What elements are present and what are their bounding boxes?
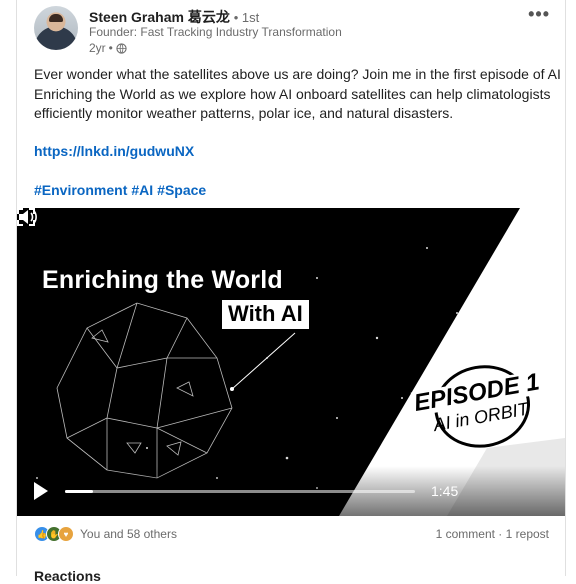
video-title: Enriching the World (42, 266, 283, 294)
author-name[interactable]: Steen Graham 葛云龙 (89, 9, 230, 25)
comment-repost-counts: 1 comment · 1 repost (435, 527, 549, 541)
fullscreen-icon[interactable] (17, 208, 35, 226)
connection-degree: • 1st (233, 10, 260, 25)
reposts-count[interactable]: 1 repost (506, 527, 549, 541)
post-time: 2yr (89, 41, 106, 55)
video-duration: 1:45 (431, 483, 459, 499)
more-options-icon[interactable]: ••• (528, 4, 550, 25)
reactions-count: You and 58 others (80, 527, 177, 541)
play-icon[interactable] (34, 482, 48, 500)
reactions-heading: Reactions (34, 568, 101, 584)
author-name-row: Steen Graham 葛云龙 • 1st (89, 7, 259, 27)
comments-count[interactable]: 1 comment (436, 527, 495, 541)
hashtag-environment[interactable]: #Environment (34, 182, 127, 198)
post-meta: 2yr • (89, 41, 127, 55)
post-text: Ever wonder what the satellites above us… (34, 66, 561, 121)
progress-track[interactable] (65, 490, 415, 493)
video-player[interactable]: Enriching the World With AI EPISODE 1 AI… (17, 208, 565, 516)
reactions-summary[interactable]: 👍 ✋ ♥ You and 58 others (34, 526, 177, 542)
author-headline: Founder: Fast Tracking Industry Transfor… (89, 25, 342, 39)
avatar[interactable] (34, 6, 78, 50)
hashtag-space[interactable]: #Space (157, 182, 206, 198)
post-link[interactable]: https://lnkd.in/gudwuNX (34, 143, 194, 159)
progress-fill (65, 490, 93, 493)
hashtag-ai[interactable]: #AI (131, 182, 153, 198)
hashtags: #Environment #AI #Space (34, 182, 210, 198)
globe-icon (116, 42, 127, 54)
video-subtitle: With AI (222, 300, 309, 329)
card-right-border (565, 0, 566, 576)
support-reaction-icon: ♥ (58, 526, 74, 542)
